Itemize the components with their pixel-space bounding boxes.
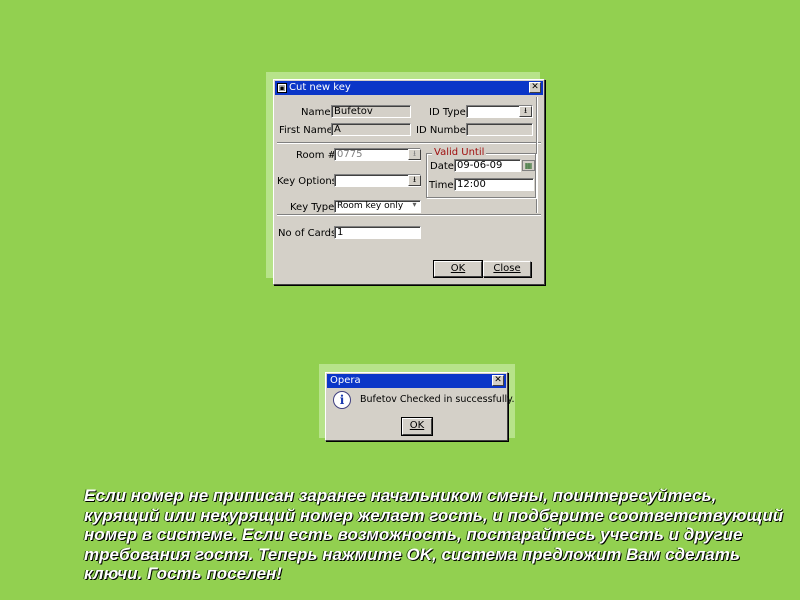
dropdown-arrow-icon[interactable]: ⭳ xyxy=(408,175,421,186)
first-name-label: First Name xyxy=(279,125,333,136)
section-divider xyxy=(277,142,541,144)
first-name-field[interactable]: A xyxy=(331,123,411,136)
dialog-titlebar[interactable]: ▣ Cut new key ✕ xyxy=(275,81,543,95)
ok-button[interactable]: OK xyxy=(433,260,483,278)
no-of-cards-label: No of Cards xyxy=(278,228,337,239)
name-field[interactable]: Bufetov xyxy=(331,105,411,118)
bottom-divider xyxy=(277,214,541,216)
name-label: Name xyxy=(301,107,331,118)
close-button[interactable]: Close xyxy=(483,261,531,277)
key-type-label: Key Type xyxy=(290,202,335,213)
dialog-title: Cut new key xyxy=(289,82,351,93)
calendar-icon[interactable]: ▦ xyxy=(522,160,535,171)
time-label: Time xyxy=(429,180,454,191)
room-label: Room # xyxy=(296,150,337,161)
time-field[interactable]: 12:00 xyxy=(454,178,534,191)
close-icon[interactable]: ✕ xyxy=(492,375,504,386)
opera-dialog: Opera ✕ i Bufetov Checked in successfull… xyxy=(325,372,514,441)
key-options-label: Key Options xyxy=(277,176,337,187)
dropdown-arrow-icon[interactable]: ⭳ xyxy=(519,106,532,117)
close-icon[interactable]: ✕ xyxy=(529,82,541,93)
info-icon: i xyxy=(333,391,351,409)
no-of-cards-field[interactable]: 1 xyxy=(334,226,421,239)
id-number-label: ID Number xyxy=(416,125,470,136)
dropdown-arrow-icon[interactable]: ⭳ xyxy=(408,149,421,160)
dropdown-arrow-icon[interactable]: ▾ xyxy=(408,201,421,212)
vertical-divider xyxy=(536,97,538,213)
id-number-field[interactable] xyxy=(466,123,533,136)
instruction-caption: Если номер не приписан заранее начальник… xyxy=(84,486,784,583)
app-window-icon: ▣ xyxy=(277,83,287,93)
opera-titlebar[interactable]: Opera ✕ xyxy=(327,374,506,388)
id-type-label: ID Type xyxy=(429,107,466,118)
cut-new-key-dialog: ▣ Cut new key ✕ Name Bufetov First Name … xyxy=(273,79,545,285)
opera-message: Bufetov Checked in successfully. xyxy=(360,394,515,405)
opera-dialog-title: Opera xyxy=(330,375,361,386)
valid-until-title: Valid Until xyxy=(432,147,487,158)
date-label: Date xyxy=(430,161,454,172)
opera-ok-button[interactable]: OK xyxy=(401,417,433,436)
date-field[interactable]: 09-06-09 xyxy=(454,159,521,172)
